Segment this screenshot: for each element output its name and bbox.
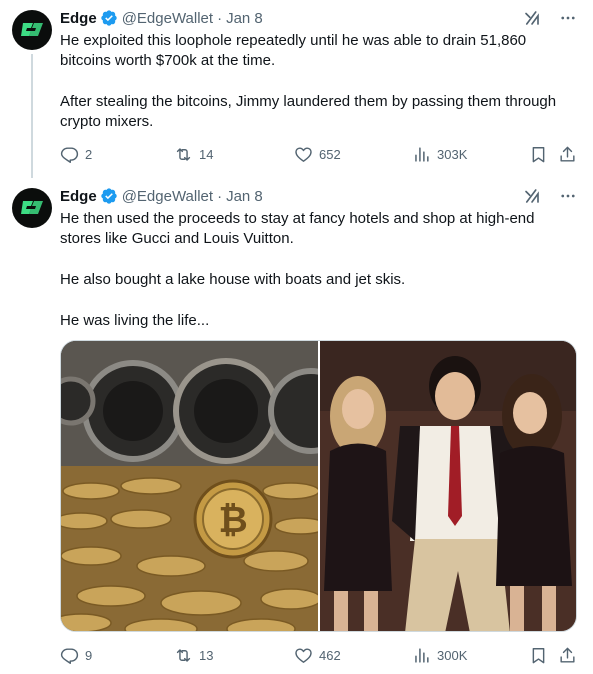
edge-logo-icon [21,201,43,214]
heart-icon [295,647,312,663]
separator-dot: · [217,187,223,205]
tweet-paragraph: He was living the life... [60,312,210,329]
bookmark-button[interactable] [529,145,548,164]
verified-badge-icon [100,9,118,27]
tweet-header: Edge @EdgeWallet · Jan 8 [60,8,263,28]
repost-icon [176,648,191,662]
reply-icon [60,146,79,163]
avatar-column [12,10,52,50]
author-handle[interactable]: @EdgeWallet [122,188,213,205]
reply-count: 2 [85,146,93,162]
tweet-actions: 9 13 462 300K [60,644,577,666]
tweet-date[interactable]: Jan 8 [226,188,263,205]
bookmark-button[interactable] [529,646,548,665]
like-count: 462 [319,647,341,663]
repost-icon [176,147,191,161]
repost-count: 14 [199,146,214,162]
tweet-top-actions [523,8,577,28]
repost-button[interactable]: 13 [174,646,213,665]
tweet[interactable]: Edge @EdgeWallet · Jan 8 He then used th… [0,178,593,674]
avatar-column [12,188,52,228]
share-button[interactable] [558,145,577,164]
tweet-actions: 2 14 652 303K [60,143,577,165]
tweet-paragraph: He exploited this loophole repeatedly un… [60,32,527,69]
view-count: 303K [437,146,468,162]
tweet[interactable]: Edge @EdgeWallet · Jan 8 He exploited th… [0,0,593,178]
share-icon [560,647,575,663]
separator-dot: · [217,9,223,27]
author-name[interactable]: Edge [60,188,97,205]
reply-icon [60,647,79,664]
svg-text:₿: ₿ [218,499,247,540]
tweet-date[interactable]: Jan 8 [226,10,263,27]
more-options-icon[interactable] [559,9,577,27]
verified-badge-icon [100,187,118,205]
like-button[interactable]: 462 [294,646,341,665]
edge-logo-icon [21,23,43,36]
bitcoin-coins-image: ₿ [61,341,318,631]
views-button[interactable]: 303K [412,145,467,164]
tweet-paragraph: After stealing the bitcoins, Jimmy laund… [60,93,557,130]
media-image-group-photo[interactable] [320,341,576,631]
share-icon [560,146,575,162]
avatar[interactable] [12,188,52,228]
bookmark-icon [532,146,545,162]
grok-icon[interactable] [523,187,541,205]
repost-count: 13 [199,647,214,663]
heart-icon [295,146,312,162]
group-photo-image [320,341,576,631]
views-button[interactable]: 300K [412,646,467,665]
tweet-paragraph: He also bought a lake house with boats a… [60,271,406,288]
author-handle[interactable]: @EdgeWallet [122,10,213,27]
tweet-text: He exploited this loophole repeatedly un… [60,31,577,132]
media-image-bitcoin[interactable]: ₿ [61,341,318,631]
reply-button[interactable]: 2 [60,145,92,164]
tweet-top-actions [523,186,577,206]
reply-button[interactable]: 9 [60,646,92,665]
like-button[interactable]: 652 [294,145,341,164]
more-options-icon[interactable] [559,187,577,205]
grok-icon[interactable] [523,9,541,27]
thread-line [31,54,33,178]
tweet-header: Edge @EdgeWallet · Jan 8 [60,186,263,206]
like-count: 652 [319,146,341,162]
reply-count: 9 [85,647,93,663]
tweet-paragraph: He then used the proceeds to stay at fan… [60,210,535,247]
views-chart-icon [415,647,429,663]
repost-button[interactable]: 14 [174,145,213,164]
media-grid: ₿ [60,340,577,632]
bookmark-icon [532,647,545,663]
avatar[interactable] [12,10,52,50]
view-count: 300K [437,647,468,663]
views-chart-icon [415,146,429,162]
author-name[interactable]: Edge [60,10,97,27]
share-button[interactable] [558,646,577,665]
tweet-text: He then used the proceeds to stay at fan… [60,209,577,331]
